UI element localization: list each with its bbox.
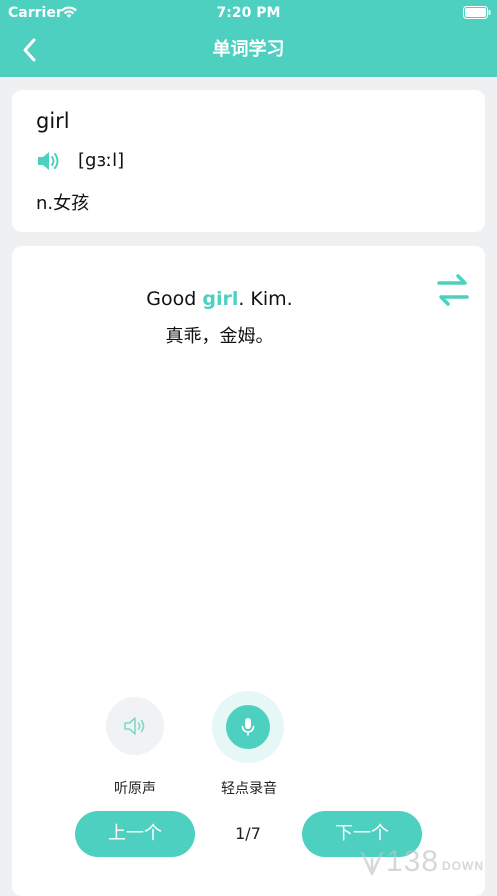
status-bar: Carrier 7:20 PM bbox=[0, 0, 497, 26]
app-header: Carrier 7:20 PM 单词学习 bbox=[0, 0, 497, 77]
listen-original-button[interactable] bbox=[106, 697, 164, 755]
word-card: girl [gɜːl] n.女孩 bbox=[12, 90, 485, 232]
mic-icon bbox=[241, 718, 255, 736]
example-sentence-chinese: 真乖，金姆。 bbox=[165, 326, 274, 347]
meaning-text: n.女孩 bbox=[36, 193, 90, 214]
page-indicator: 1/7 bbox=[235, 824, 261, 843]
speaker-outline-icon bbox=[124, 717, 145, 735]
sentence-highlight-word: girl bbox=[202, 288, 239, 310]
sentence-suffix: . Kim. bbox=[238, 288, 293, 310]
speaker-icon[interactable] bbox=[36, 148, 62, 174]
sentence-card: Good girl. Kim. 真乖，金姆。 bbox=[12, 246, 485, 896]
status-time: 7:20 PM bbox=[216, 5, 281, 21]
example-sentence-english: Good girl. Kim. bbox=[12, 286, 427, 312]
record-label: 轻点录音 bbox=[221, 781, 277, 797]
listen-label: 听原声 bbox=[114, 781, 156, 797]
phonetic-text: [gɜːl] bbox=[78, 150, 125, 171]
next-button[interactable]: 下一个 bbox=[302, 811, 422, 857]
record-button[interactable] bbox=[212, 691, 284, 763]
previous-button[interactable]: 上一个 bbox=[75, 811, 195, 857]
word-text: girl bbox=[36, 109, 70, 133]
page-title: 单词学习 bbox=[212, 39, 285, 60]
record-button-inner bbox=[226, 705, 270, 749]
battery-icon bbox=[463, 6, 491, 19]
sentence-prefix: Good bbox=[146, 288, 203, 310]
swap-icon[interactable] bbox=[433, 270, 473, 310]
